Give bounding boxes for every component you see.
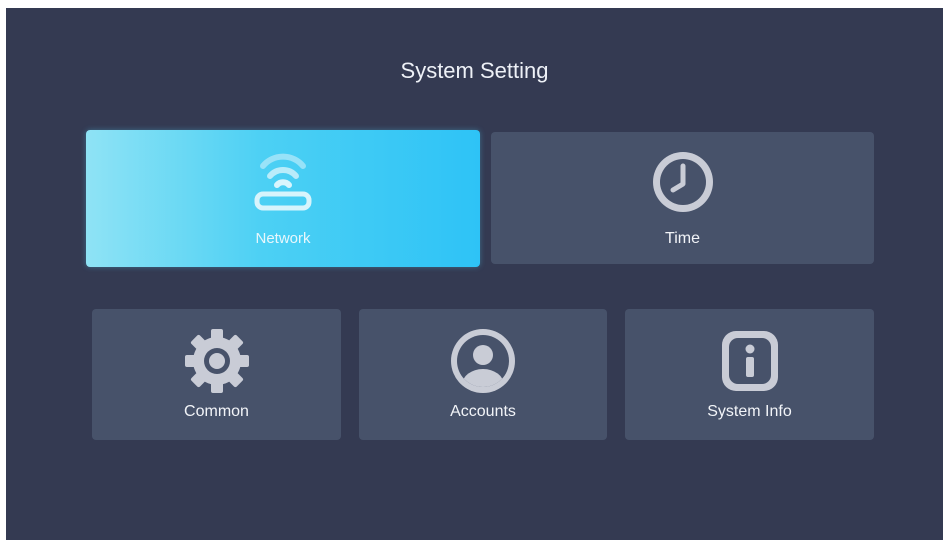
page-title: System Setting (400, 58, 549, 83)
system-setting-screen: System Setting Network Time Common Accou… (6, 8, 943, 540)
user-icon (447, 325, 519, 397)
accounts-label: Accounts (450, 403, 516, 420)
common-tile[interactable]: Common (92, 309, 341, 440)
common-label: Common (184, 403, 249, 420)
time-tile[interactable]: Time (491, 132, 874, 264)
accounts-tile[interactable]: Accounts (359, 309, 607, 440)
time-label: Time (665, 230, 700, 247)
network-tile[interactable]: Network (86, 130, 480, 267)
system-info-tile[interactable]: System Info (625, 309, 874, 440)
wifi-router-icon (247, 148, 319, 220)
gear-icon (181, 325, 253, 397)
clock-icon (647, 146, 719, 218)
system-info-label: System Info (707, 403, 792, 420)
info-icon (714, 325, 786, 397)
network-label: Network (255, 230, 311, 247)
